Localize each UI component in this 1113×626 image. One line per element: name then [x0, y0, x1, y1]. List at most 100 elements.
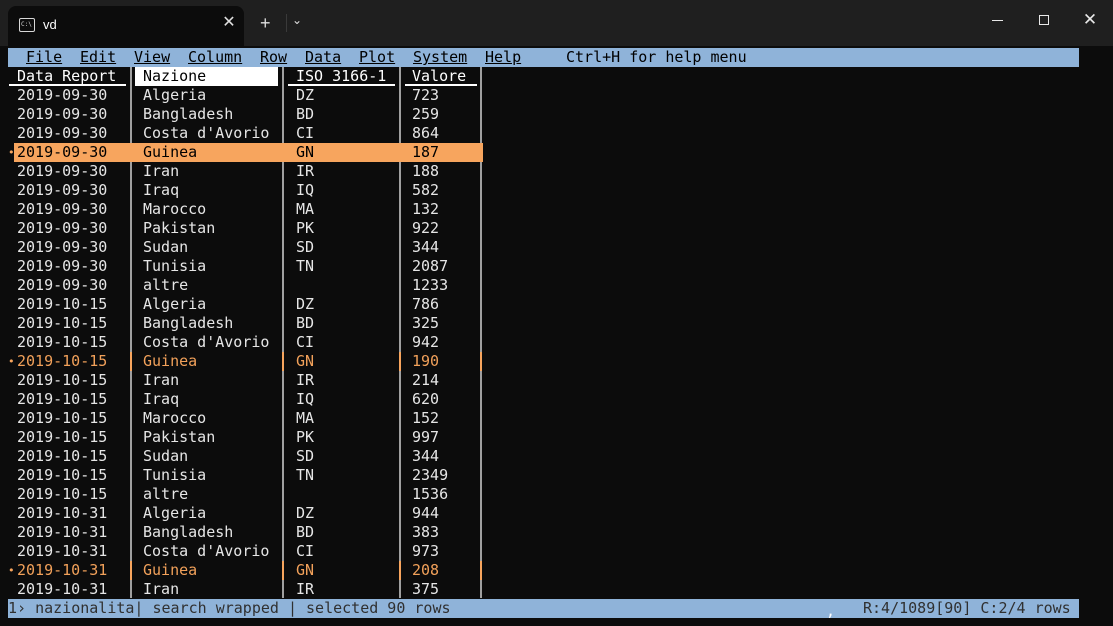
table-row[interactable]: 2019-10-15 Bangladesh BD 325: [0, 314, 490, 333]
selected-row-separator: [130, 143, 132, 162]
terminal-icon: C:\: [19, 18, 35, 32]
table-row[interactable]: 2019-09-30 Sudan SD 344: [0, 238, 490, 257]
status-comma: ,: [826, 602, 836, 620]
table-row[interactable]: 2019-10-15 Costa d'Avorio CI 942: [0, 333, 490, 352]
cell-nazione: Sudan: [143, 447, 189, 465]
table-row[interactable]: 2019-10-15 Tunisia TN 2349: [0, 466, 490, 485]
selection-bullet-icon: •: [8, 355, 15, 368]
cell-nazione: Tunisia: [143, 257, 207, 275]
cell-data-report: 2019-09-30: [17, 238, 108, 256]
cell-valore: 344: [412, 238, 440, 256]
selection-bullet-icon: •: [8, 146, 15, 159]
cell-nazione: Guinea: [143, 352, 198, 370]
cell-iso: IR: [296, 580, 315, 598]
table-row[interactable]: 2019-10-15 Sudan SD 344: [0, 447, 490, 466]
table-row[interactable]: 2019-10-15 Algeria DZ 786: [0, 295, 490, 314]
table-row[interactable]: 2019-09-30 Tunisia TN 2087: [0, 257, 490, 276]
cell-valore: 620: [412, 390, 440, 408]
menu-data[interactable]: Data: [305, 48, 341, 67]
terminal-tab[interactable]: C:\ vd ✕: [8, 6, 244, 46]
table-row[interactable]: 2019-10-15 Pakistan PK 997: [0, 428, 490, 447]
cell-data-report: 2019-09-30: [17, 86, 108, 104]
cell-valore: 997: [412, 428, 440, 446]
selected-row-separator: [399, 352, 401, 371]
table-row[interactable]: 2019-10-15 altre 1536: [0, 485, 490, 504]
cell-valore: 2087: [412, 257, 449, 275]
cell-nazione: Costa d'Avorio: [143, 124, 270, 142]
table-row[interactable]: 2019-09-30 altre 1233: [0, 276, 490, 295]
menu-view[interactable]: View: [134, 48, 170, 67]
status-right: R:4/1089[90] C:2/4 rows: [863, 599, 1071, 617]
table-row[interactable]: 2019-10-31 Costa d'Avorio CI 973: [0, 542, 490, 561]
title-bar: C:\ vd ✕ + ⌄ ✕: [0, 0, 1113, 46]
close-tab-button[interactable]: ✕: [220, 14, 238, 32]
cell-iso: PK: [296, 428, 315, 446]
table-row[interactable]: 2019-09-30 Costa d'Avorio CI 864: [0, 124, 490, 143]
cell-nazione: altre: [143, 276, 189, 294]
cell-valore: 2349: [412, 466, 449, 484]
menu-help[interactable]: Help: [485, 48, 521, 67]
selected-row-separator: [282, 143, 284, 162]
table-row[interactable]: 2019-10-31 Bangladesh BD 383: [0, 523, 490, 542]
minimize-button[interactable]: [985, 10, 1011, 32]
cell-valore: 723: [412, 86, 440, 104]
column-header-data-report[interactable]: Data_Report: [9, 67, 126, 86]
menu-file[interactable]: File: [26, 48, 62, 67]
cell-iso: PK: [296, 219, 315, 237]
cell-nazione: Tunisia: [143, 466, 207, 484]
table-row[interactable]: 2019-10-15 Iraq IQ 620: [0, 390, 490, 409]
table-row[interactable]: • 2019-10-31 Guinea GN 208: [0, 561, 490, 580]
table-row[interactable]: 2019-09-30 Bangladesh BD 259: [0, 105, 490, 124]
cell-valore: 864: [412, 124, 440, 142]
selected-row-separator: [282, 352, 284, 371]
cell-valore: 942: [412, 333, 440, 351]
cell-data-report: 2019-09-30: [17, 276, 108, 294]
table-row[interactable]: 2019-09-30 Pakistan PK 922: [0, 219, 490, 238]
cell-data-report: 2019-09-30: [17, 143, 108, 161]
cell-nazione: Algeria: [143, 295, 207, 313]
menu-plot[interactable]: Plot: [359, 48, 395, 67]
table-row[interactable]: 2019-10-31 Algeria DZ 944: [0, 504, 490, 523]
cell-nazione: Iran: [143, 580, 180, 598]
table-row[interactable]: 2019-09-30 Algeria DZ 723: [0, 86, 490, 105]
cell-valore: 375: [412, 580, 440, 598]
cell-iso: DZ: [296, 86, 315, 104]
cell-data-report: 2019-10-15: [17, 314, 108, 332]
column-header-valore[interactable]: Valore: [405, 67, 477, 86]
cell-nazione: Bangladesh: [143, 523, 234, 541]
cell-data-report: 2019-10-15: [17, 409, 108, 427]
table-row[interactable]: 2019-10-31 Iran IR 375: [0, 580, 490, 599]
menu-column[interactable]: Column: [188, 48, 242, 67]
cell-valore: 152: [412, 409, 440, 427]
help-hint: Ctrl+H for help menu: [566, 48, 747, 66]
chevron-down-icon[interactable]: ⌄: [292, 13, 302, 27]
cell-nazione: Algeria: [143, 86, 207, 104]
table-row[interactable]: • 2019-09-30 Guinea GN 187: [0, 143, 490, 162]
column-header-nazione[interactable]: Nazione: [135, 67, 278, 86]
new-tab-button[interactable]: +: [260, 13, 271, 33]
cell-iso: IQ: [296, 390, 315, 408]
table-row[interactable]: 2019-10-15 Iran IR 214: [0, 371, 490, 390]
cell-iso: CI: [296, 333, 315, 351]
table-row[interactable]: • 2019-10-15 Guinea GN 190: [0, 352, 490, 371]
cell-iso: TN: [296, 466, 315, 484]
cell-iso: IR: [296, 162, 315, 180]
table-row[interactable]: 2019-09-30 Iran IR 188: [0, 162, 490, 181]
cell-nazione: Guinea: [143, 143, 198, 161]
table-row[interactable]: 2019-09-30 Marocco MA 132: [0, 200, 490, 219]
menu-row[interactable]: Row: [260, 48, 287, 67]
close-window-button[interactable]: ✕: [1077, 10, 1103, 32]
menu-edit[interactable]: Edit: [80, 48, 116, 67]
menu-system[interactable]: System: [413, 48, 467, 67]
maximize-button[interactable]: [1031, 10, 1057, 32]
cell-data-report: 2019-10-31: [17, 523, 108, 541]
cell-valore: 344: [412, 447, 440, 465]
cell-iso: CI: [296, 542, 315, 560]
table-row[interactable]: 2019-10-15 Marocco MA 152: [0, 409, 490, 428]
cell-nazione: Bangladesh: [143, 314, 234, 332]
selected-row-separator: [399, 143, 401, 162]
cell-iso: GN: [296, 352, 315, 370]
cell-data-report: 2019-10-15: [17, 333, 108, 351]
table-row[interactable]: 2019-09-30 Iraq IQ 582: [0, 181, 490, 200]
column-header-iso[interactable]: ISO_3166-1: [288, 67, 395, 86]
